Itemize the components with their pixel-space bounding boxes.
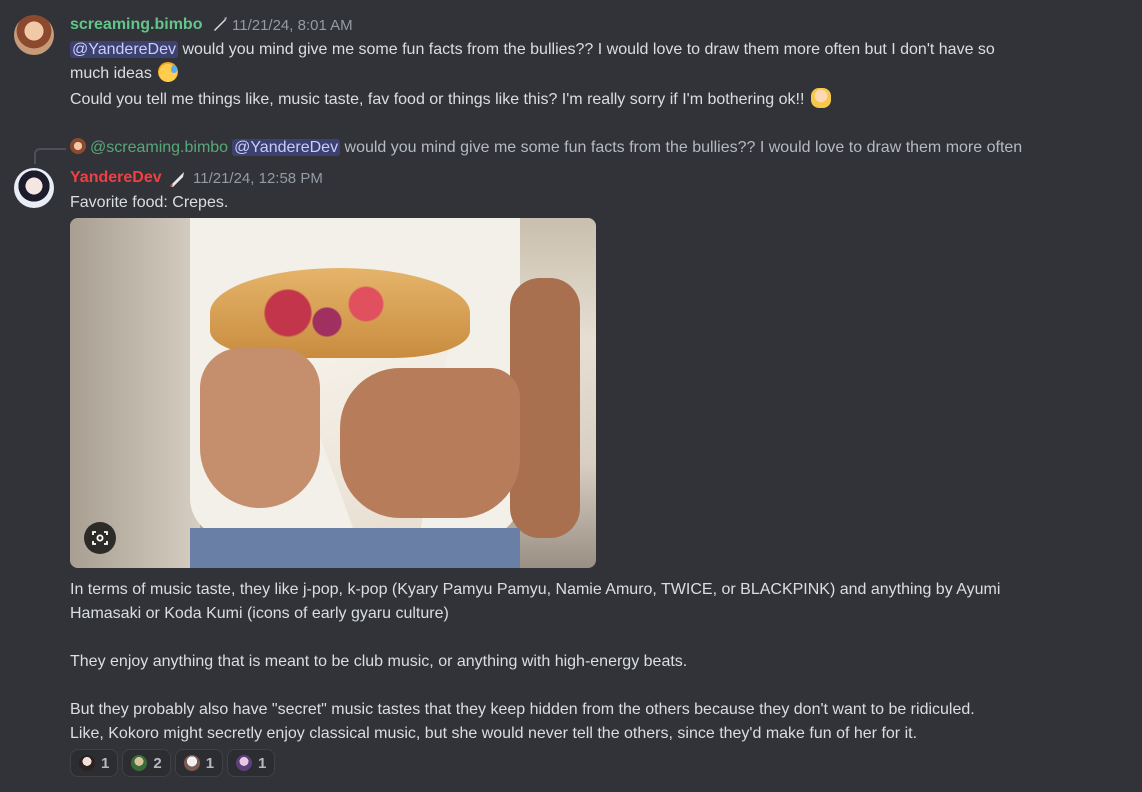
avatar-screaming-bimbo[interactable] bbox=[14, 15, 54, 55]
character-emoji-3-icon bbox=[183, 755, 200, 771]
username-yanderedev[interactable]: YandereDev bbox=[70, 169, 162, 187]
reply-avatar bbox=[70, 138, 86, 154]
reply-text: would you mind give me some fun facts fr… bbox=[340, 139, 1023, 156]
timestamp[interactable]: 11/21/24, 8:01 AM bbox=[232, 17, 353, 34]
image-jeans bbox=[190, 528, 520, 568]
image-background bbox=[70, 218, 200, 568]
message-text: Favorite food: Crepes. bbox=[70, 194, 229, 211]
message-text: But they probably also have "secret" mus… bbox=[70, 701, 975, 718]
mention-yanderedev[interactable]: @YandereDev bbox=[70, 41, 178, 58]
reply-connector bbox=[34, 148, 66, 164]
reaction-button[interactable]: 1 bbox=[174, 749, 224, 777]
reply-username[interactable]: @screaming.bimbo bbox=[90, 139, 228, 156]
visual-search-button[interactable] bbox=[84, 522, 116, 554]
reaction-button[interactable]: 1 bbox=[70, 749, 119, 777]
image-crepe-top bbox=[210, 268, 470, 358]
facepalm-emoji-icon bbox=[810, 88, 831, 108]
knife-icon bbox=[168, 170, 186, 191]
message-line: @YandereDev would you mind give me some … bbox=[70, 38, 995, 62]
reply-mention: @YandereDev bbox=[232, 139, 341, 156]
crepe-image[interactable] bbox=[70, 218, 596, 568]
reaction-button[interactable]: 1 bbox=[227, 749, 276, 777]
message-text: much ideas bbox=[70, 65, 152, 82]
reaction-count: 1 bbox=[258, 754, 267, 772]
message-text: Hamasaki or Koda Kumi (icons of early gy… bbox=[70, 605, 449, 622]
avatar-yanderedev[interactable] bbox=[14, 168, 54, 208]
timestamp[interactable]: 11/21/24, 12:58 PM bbox=[193, 170, 323, 187]
reaction-count: 1 bbox=[205, 754, 215, 772]
image-arm bbox=[510, 278, 580, 538]
message-text: They enjoy anything that is meant to be … bbox=[70, 653, 688, 670]
message-line: Could you tell me things like, music tas… bbox=[70, 88, 831, 112]
reaction-count: 1 bbox=[101, 754, 110, 772]
reactions-bar: 1 2 1 1 bbox=[70, 749, 276, 777]
username-screaming-bimbo[interactable]: screaming.bimbo bbox=[70, 16, 202, 34]
character-emoji-4-icon bbox=[236, 755, 253, 771]
quill-icon bbox=[212, 16, 228, 35]
character-emoji-2-icon bbox=[131, 755, 148, 771]
lens-icon bbox=[92, 531, 108, 545]
message-text: Could you tell me things like, music tas… bbox=[70, 91, 805, 108]
message-text: would you mind give me some fun facts fr… bbox=[178, 41, 995, 58]
sad-sweat-emoji-icon bbox=[158, 62, 179, 82]
message-text: Like, Kokoro might secretly enjoy classi… bbox=[70, 725, 918, 742]
message-text: In terms of music taste, they like j-pop… bbox=[70, 581, 1001, 598]
reaction-button[interactable]: 2 bbox=[122, 749, 171, 777]
image-hand-left bbox=[200, 348, 320, 508]
reply-preview[interactable]: @screaming.bimbo @YandereDev would you mi… bbox=[70, 137, 1130, 161]
image-hand-right bbox=[340, 368, 520, 518]
character-emoji-1-icon bbox=[79, 755, 95, 771]
message-line: much ideas bbox=[70, 62, 179, 86]
reaction-count: 2 bbox=[153, 754, 162, 772]
